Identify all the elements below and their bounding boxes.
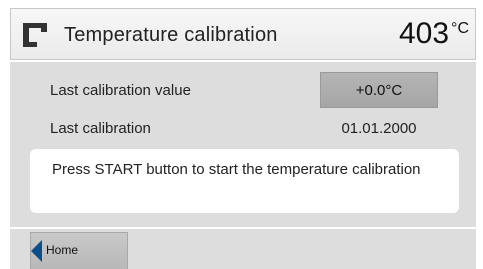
temperature-value: 403: [398, 17, 450, 50]
home-button-label: Home: [46, 243, 79, 257]
screen: Temperature calibration 403 °C Last calib…: [0, 0, 483, 269]
home-button[interactable]: Home: [30, 232, 128, 269]
furnace-icon: [21, 21, 49, 49]
calibration-panel: Last calibration value +0.0°C Last calib…: [10, 62, 476, 227]
footer-bar: Home: [10, 229, 476, 269]
last-calibration-value-label: Last calibration value: [50, 82, 191, 99]
last-calibration-label: Last calibration: [50, 120, 151, 137]
back-arrow-icon: [31, 240, 42, 262]
last-calibration-date: 01.01.2000: [341, 120, 417, 137]
current-temperature: 403 °C: [399, 17, 469, 51]
calibration-value-button[interactable]: +0.0°C: [320, 72, 438, 108]
temperature-unit: °C: [451, 20, 469, 37]
page-title: Temperature calibration: [64, 24, 278, 46]
instruction-message: Press START button to start the temperat…: [30, 149, 459, 213]
header-bar: Temperature calibration 403 °C: [10, 8, 476, 60]
